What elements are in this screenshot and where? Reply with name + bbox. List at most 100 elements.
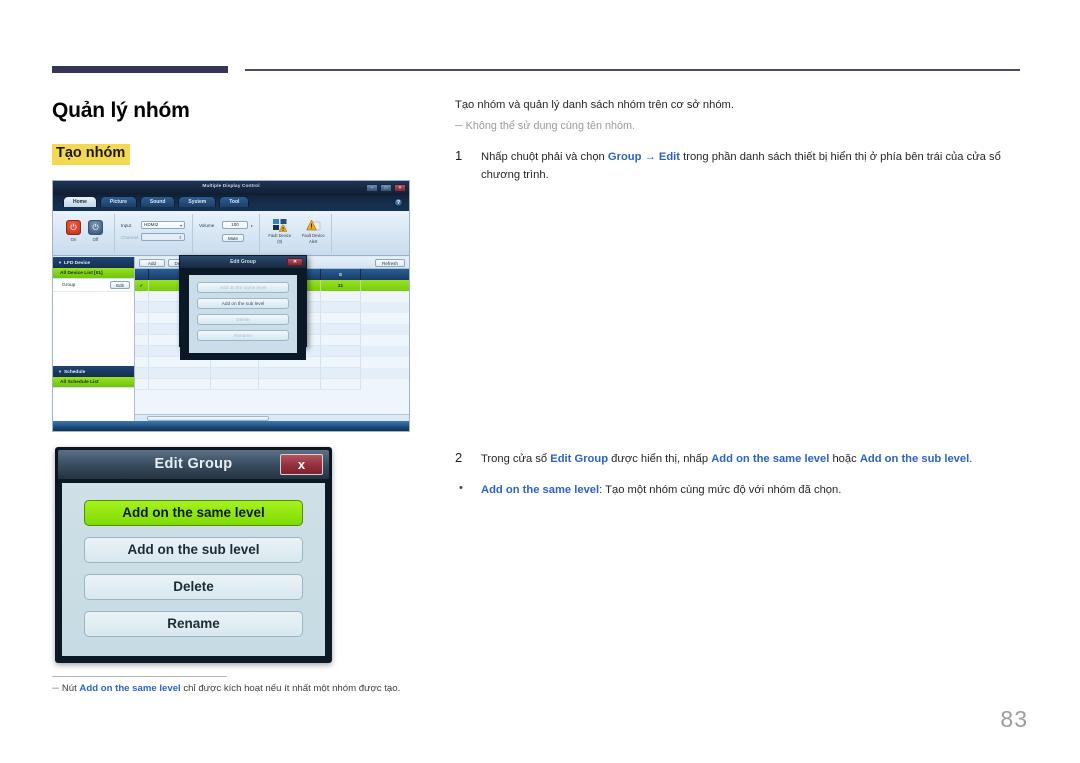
group-edit-button[interactable]: Edit [110, 281, 130, 289]
power-off-icon[interactable]: ⏻ [88, 220, 103, 235]
fault-device-label: Fault Device [268, 233, 292, 238]
volume-spin-icon[interactable]: ▸ [251, 223, 253, 228]
step-1-link-group: Group [607, 150, 642, 163]
note-paragraph: ─ Không thể sử dụng cùng tên nhóm. [455, 119, 1025, 135]
tab-sound[interactable]: Sound [139, 196, 176, 207]
step-2-text-mid2: hoặc [829, 453, 860, 465]
chevron-down-icon: ▼ [58, 369, 62, 374]
mdc-tab-strip: Home Picture Sound System Tool ? [53, 195, 409, 211]
power-off-label: Off [92, 236, 99, 242]
fault-device-wrap[interactable]: Fault Device (0) [266, 218, 294, 244]
input-select[interactable]: HDMI2 ▾ [141, 221, 185, 229]
mdc-window-buttons: – □ ✕ [366, 183, 406, 192]
footnote-text-after: chỉ được kích hoạt nếu ít nhất một nhóm … [180, 683, 401, 694]
inner-rename-button[interactable]: Rename [197, 330, 289, 341]
group-label: Group [62, 282, 76, 288]
maximize-button[interactable]: □ [380, 183, 392, 192]
tab-picture[interactable]: Picture [99, 196, 137, 207]
volume-stepper[interactable]: 100 [222, 221, 248, 229]
step-2-text: Trong cửa sổ Edit Group được hiển thị, n… [481, 450, 972, 468]
footnote-rule [52, 676, 227, 677]
horizontal-scrollbar[interactable] [135, 414, 409, 421]
tab-tool[interactable]: Tool [219, 196, 250, 207]
footnote: ─ Nút Add on the same level chỉ được kích… [52, 683, 472, 694]
all-schedule-list-item[interactable]: All Schedule List [53, 377, 134, 388]
bullet-marker: • [459, 482, 463, 494]
minimize-button[interactable]: – [366, 183, 378, 192]
lfd-device-header-label: LFD Device [63, 261, 91, 266]
edit-group-body: Add on the same level Add on the sub lev… [58, 479, 329, 660]
edit-group-button-list: Add on the same level Add on the sub lev… [62, 483, 325, 656]
add-button[interactable]: Add [139, 258, 165, 267]
bullet-item: • Add on the same level: Tạo một nhóm cù… [455, 482, 1025, 499]
bullet-link: Add on the same level [481, 484, 600, 496]
table-row [135, 379, 409, 390]
tab-home[interactable]: Home [63, 196, 97, 207]
step-2-link-sub-level: Add on the sub level [859, 453, 970, 465]
fault-device-alert-icon [305, 218, 321, 232]
channel-select[interactable]: ⇕ [141, 233, 185, 241]
step-2-text-mid: được hiển thị, nhấp [608, 453, 712, 465]
bullet-text: Add on the same level: Tạo một nhóm cùng… [481, 482, 841, 499]
chevron-down-icon: ▼ [58, 260, 62, 265]
inner-dialog-title-bar: Edit Group ✕ [180, 256, 306, 268]
spinner-icon: ⇕ [178, 235, 182, 241]
ribbon-group-power: ⏻ On ⏻ Off [57, 214, 115, 253]
bullet-text-after: : Tạo một nhóm cùng mức độ với nhóm đã c… [599, 484, 842, 496]
step-2: 2 Trong cửa sổ Edit Group được hiển thị,… [455, 450, 1025, 468]
row-extra: 31 [321, 280, 361, 291]
ribbon-group-fault: Fault Device (0) Fault Device Alert [262, 214, 332, 253]
step-1-arrow: → [641, 150, 659, 163]
delete-button[interactable]: Delete [84, 574, 303, 600]
mdc-left-panel: ▼ LFD Device All Device List [01] Group E… [53, 257, 135, 431]
step-1: 1 Nhấp chuột phải và chọn Group → Edit t… [455, 148, 1025, 184]
lfd-device-header[interactable]: ▼ LFD Device [53, 257, 134, 268]
close-button[interactable]: ✕ [394, 183, 406, 192]
refresh-button[interactable]: Refresh [375, 258, 405, 267]
all-device-list-item[interactable]: All Device List [01] [53, 268, 134, 279]
step-1-text: Nhấp chuột phải và chọn Group → Edit tro… [481, 148, 1025, 184]
schedule-header[interactable]: ▼ Schedule [53, 366, 134, 377]
header-accent-bar [52, 66, 228, 73]
step-1-link-edit: Edit [658, 150, 680, 163]
note-text: Không thể sử dụng cùng tên nhóm. [465, 120, 635, 133]
header-rule-line [245, 69, 1020, 71]
fault-device-alert-label: Fault Device [301, 233, 325, 238]
inner-dialog-close-button[interactable]: ✕ [287, 258, 303, 266]
row-check[interactable]: ✓ [135, 280, 149, 291]
help-icon[interactable]: ? [394, 198, 403, 207]
footnote-dash: ─ [52, 683, 59, 694]
inner-add-on-same-level-button[interactable]: Add on the same level [197, 282, 289, 293]
inner-delete-button[interactable]: Delete [197, 314, 289, 325]
footnote-text-before: Nút [61, 683, 80, 694]
chevron-down-icon: ▾ [179, 223, 182, 229]
section-title: Tạo nhóm [52, 144, 131, 165]
add-on-the-sub-level-button[interactable]: Add on the sub level [84, 537, 303, 563]
fault-device-alert-wrap[interactable]: Fault Device Alert [300, 218, 328, 244]
group-tree-empty-area [53, 292, 134, 366]
inner-dialog-body: Add on the same level Add on the sub lev… [180, 268, 306, 360]
rename-button[interactable]: Rename [84, 611, 303, 637]
fault-device-alert-label2: Alert [309, 239, 318, 245]
channel-label: Channel [121, 234, 139, 240]
add-on-the-same-level-button[interactable]: Add on the same level [84, 500, 303, 526]
column-check [135, 269, 149, 280]
inner-edit-group-dialog: Edit Group ✕ Add on the same level Add o… [179, 255, 307, 360]
power-on-icon[interactable]: ⏻ [66, 220, 81, 235]
group-list-item[interactable]: Group Edit [53, 279, 134, 292]
table-row [135, 368, 409, 379]
mdc-application-screenshot: Multiple Display Control – □ ✕ Home Pict… [52, 180, 410, 432]
mdc-title-bar: Multiple Display Control – □ ✕ [53, 181, 409, 195]
step-2-text-before: Trong cửa sổ [481, 453, 551, 465]
tab-system[interactable]: System [178, 196, 217, 207]
fault-device-icon [272, 218, 288, 232]
ribbon-group-input: Input HDMI2 ▾ Channel ⇕ [117, 214, 193, 253]
inner-add-on-sub-level-button[interactable]: Add on the sub level [197, 298, 289, 309]
power-off-wrap: ⏻ Off [88, 220, 103, 242]
power-on-label: On [70, 236, 77, 242]
mute-button[interactable]: Mute [222, 234, 244, 242]
volume-label: Volume [199, 222, 215, 228]
close-icon[interactable]: x [280, 454, 323, 475]
ribbon-group-volume: Volume 100 ▸ Mute [195, 214, 260, 253]
footnote-link: Add on the same level [79, 683, 181, 694]
